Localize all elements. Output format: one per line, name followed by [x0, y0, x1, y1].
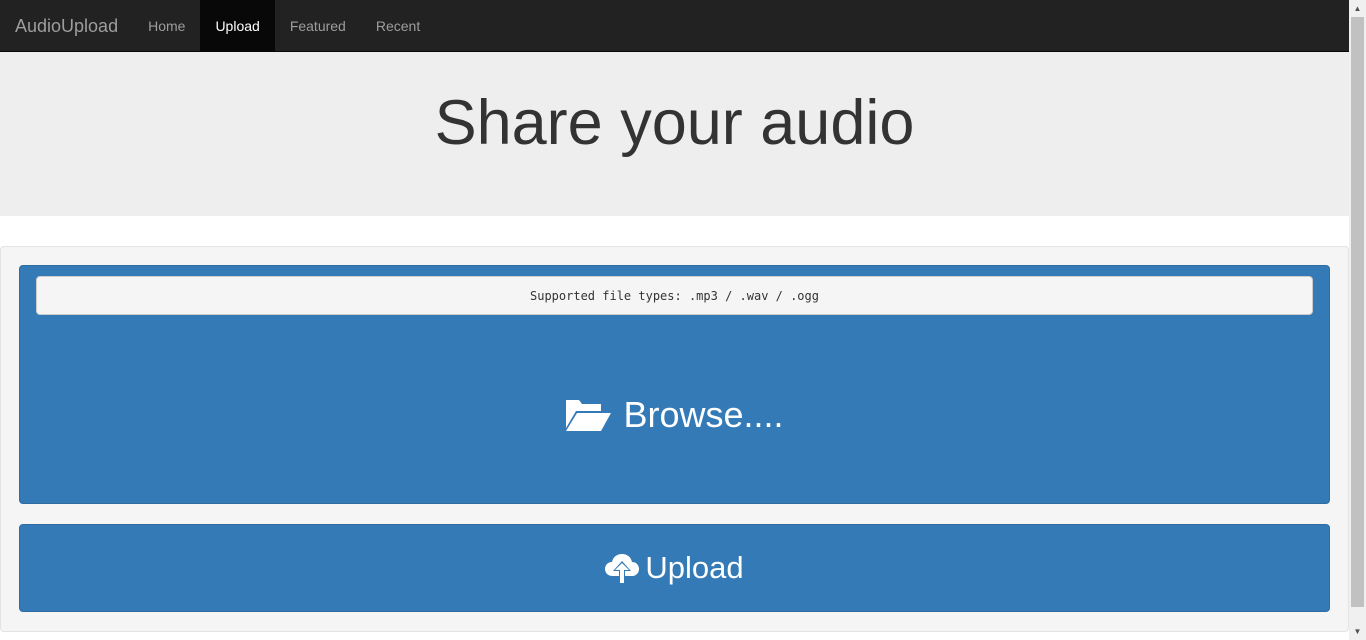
scrollbar-thumb[interactable] — [1351, 17, 1364, 607]
nav-item-featured[interactable]: Featured — [275, 0, 361, 51]
jumbotron: Share your audio — [0, 52, 1349, 216]
page-title: Share your audio — [434, 87, 915, 158]
folder-open-icon — [566, 400, 612, 431]
browse-button[interactable]: Supported file types: .mp3 / .wav / .ogg… — [19, 265, 1330, 504]
browse-button-content: Browse.... — [20, 394, 1329, 436]
nav-item-recent[interactable]: Recent — [361, 0, 435, 51]
supported-file-types: Supported file types: .mp3 / .wav / .ogg — [36, 276, 1313, 315]
nav-item-home[interactable]: Home — [133, 0, 200, 51]
cloud-upload-icon — [605, 554, 640, 584]
nav-menu: Home Upload Featured Recent — [133, 0, 435, 51]
brand-link[interactable]: AudioUpload — [0, 0, 133, 51]
scroll-up-icon[interactable]: ▲ — [1349, 0, 1366, 17]
browse-label: Browse.... — [623, 394, 784, 435]
vertical-scrollbar[interactable]: ▲ ▼ — [1349, 0, 1366, 640]
navbar: AudioUpload Home Upload Featured Recent — [0, 0, 1349, 52]
page: AudioUpload Home Upload Featured Recent … — [0, 0, 1349, 640]
scroll-down-icon[interactable]: ▼ — [1349, 623, 1366, 640]
nav-item-upload[interactable]: Upload — [200, 0, 275, 51]
upload-label: Upload — [645, 550, 744, 585]
upload-panel: Supported file types: .mp3 / .wav / .ogg… — [0, 246, 1349, 632]
upload-button[interactable]: Upload — [19, 524, 1330, 612]
